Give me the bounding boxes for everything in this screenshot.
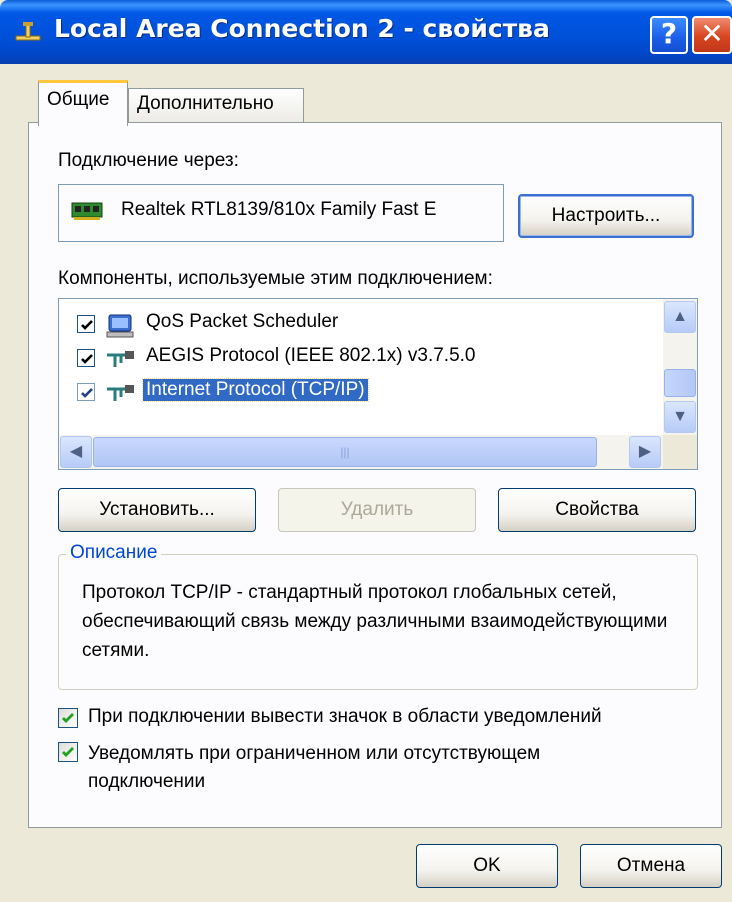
- check-icon: [81, 388, 93, 398]
- properties-button-label: Свойства: [555, 499, 639, 520]
- scroll-down-icon[interactable]: ▼: [664, 401, 696, 433]
- components-list[interactable]: QoS Packet Scheduler AEGIS Protocol (IEE…: [58, 298, 698, 470]
- ok-button-label: OK: [473, 855, 501, 876]
- show-icon-checkbox[interactable]: [58, 708, 78, 728]
- notify-limited-checkbox[interactable]: [58, 742, 78, 762]
- cancel-button[interactable]: Отмена: [580, 844, 722, 888]
- vertical-scroll-thumb[interactable]: [664, 369, 696, 397]
- component-label: AEGIS Protocol (IEEE 802.1x) v3.7.5.0: [146, 345, 476, 366]
- component-checkbox[interactable]: [77, 349, 95, 367]
- remove-button[interactable]: Удалить: [278, 488, 476, 532]
- network-adapter-icon: [71, 202, 103, 220]
- notify-limited-label[interactable]: Уведомлять при ограниченном или отсутств…: [88, 740, 648, 796]
- component-checkbox[interactable]: [77, 315, 95, 333]
- adapter-name: Realtek RTL8139/810x Family Fast E: [121, 199, 437, 220]
- scheduler-icon: [106, 314, 134, 338]
- scroll-left-icon[interactable]: ◀: [60, 436, 92, 468]
- horizontal-scrollbar[interactable]: ◀ ||| ▶: [59, 435, 663, 469]
- list-item[interactable]: Internet Protocol (TCP/IP): [59, 377, 663, 411]
- ok-button[interactable]: OK: [416, 844, 558, 888]
- protocol-icon: [107, 385, 134, 401]
- vertical-scrollbar[interactable]: ▲ ▼: [663, 299, 697, 435]
- check-icon: [62, 713, 74, 723]
- configure-button[interactable]: Настроить...: [518, 194, 694, 238]
- component-checkbox[interactable]: [77, 383, 95, 401]
- check-icon: [62, 747, 74, 757]
- description-text: Протокол TCP/IP - стандартный протокол г…: [82, 582, 668, 661]
- connect-via-label: Подключение через:: [58, 150, 239, 171]
- check-icon: [81, 320, 93, 330]
- adapter-field: Realtek RTL8139/810x Family Fast E: [58, 184, 504, 242]
- cancel-button-label: Отмена: [616, 855, 686, 876]
- scroll-corner: [663, 435, 697, 469]
- install-button[interactable]: Установить...: [58, 488, 256, 532]
- component-label: QoS Packet Scheduler: [146, 311, 339, 332]
- show-icon-label[interactable]: При подключении вывести значок в области…: [88, 706, 602, 728]
- install-button-label: Установить...: [99, 499, 215, 520]
- properties-button[interactable]: Свойства: [498, 488, 696, 532]
- scroll-up-icon[interactable]: ▲: [664, 301, 696, 333]
- scroll-right-icon[interactable]: ▶: [629, 436, 661, 468]
- list-item[interactable]: AEGIS Protocol (IEEE 802.1x) v3.7.5.0: [59, 343, 663, 377]
- properties-window: Local Area Connection 2 - свойства ? ✕ О…: [0, 0, 732, 902]
- check-icon: [81, 354, 93, 364]
- component-label: Internet Protocol (TCP/IP): [142, 378, 369, 402]
- components-label: Компоненты, используемые этим подключени…: [58, 268, 493, 289]
- configure-button-label: Настроить...: [551, 205, 661, 226]
- horizontal-scroll-thumb[interactable]: |||: [93, 437, 597, 467]
- protocol-icon: [107, 351, 134, 367]
- description-title: Описание: [66, 542, 162, 564]
- list-item[interactable]: QoS Packet Scheduler: [59, 309, 663, 343]
- panel-content: Подключение через: Realtek RTL8139/810x …: [0, 0, 732, 902]
- remove-button-label: Удалить: [340, 499, 414, 520]
